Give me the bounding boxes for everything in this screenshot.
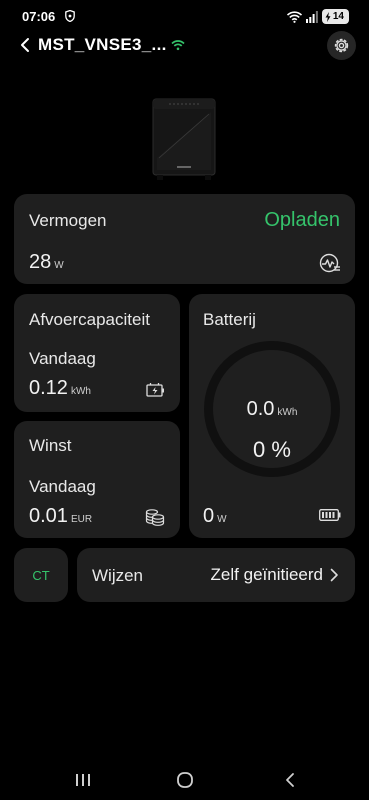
- discharge-title: Afvoercapaciteit: [29, 310, 150, 329]
- system-nav-bar: [0, 760, 369, 800]
- discharge-battery-icon: [146, 383, 164, 397]
- battery-card[interactable]: Batterij 0.0 kWh 0 % 0W: [189, 294, 355, 538]
- profit-period: Vandaag: [29, 477, 96, 496]
- ct-label: CT: [32, 568, 50, 583]
- battery-level-icon: [319, 509, 341, 521]
- mode-value: Zelf geïnitieerd: [210, 565, 323, 584]
- discharge-value: 0.12: [29, 377, 68, 399]
- coins-icon: [145, 509, 165, 526]
- status-time: 07:06: [22, 9, 56, 24]
- power-state: Opladen: [264, 209, 340, 231]
- battery-power-value: 0: [203, 505, 215, 527]
- battery-power-line: 0W: [203, 505, 227, 528]
- profit-value: 0.01: [29, 505, 68, 527]
- power-card[interactable]: Vermogen Opladen 28 W: [14, 194, 355, 284]
- power-chart-icon[interactable]: [319, 252, 341, 274]
- chevron-right-icon: [330, 568, 338, 582]
- home-button[interactable]: [173, 768, 197, 792]
- battery-power-unit: W: [217, 514, 227, 525]
- profit-value-line: 0.01 EUR: [29, 505, 92, 528]
- settings-button[interactable]: [327, 31, 356, 60]
- shield-icon: [65, 10, 75, 22]
- back-arrow-icon[interactable]: [16, 35, 36, 55]
- battery-level-text: 14: [332, 11, 344, 22]
- power-value: 28: [29, 251, 52, 273]
- mode-selector[interactable]: Wijzen Zelf geïnitieerd: [77, 548, 355, 602]
- profit-unit: EUR: [70, 514, 93, 525]
- discharge-card[interactable]: Afvoercapaciteit Vandaag 0.12 kWh: [14, 294, 180, 412]
- battery-percent: 0 %: [253, 437, 291, 462]
- back-button[interactable]: [278, 768, 302, 792]
- status-icons: 14: [286, 9, 349, 24]
- app-header: MST_VNSE3_...: [0, 30, 369, 62]
- discharge-value-line: 0.12 kWh: [29, 377, 91, 400]
- battery-icon: 14: [321, 9, 349, 24]
- discharge-period: Vandaag: [29, 349, 96, 368]
- back-icon: [286, 773, 294, 787]
- battery-energy-line: 0.0 kWh: [189, 398, 355, 421]
- battery-title: Batterij: [203, 310, 256, 329]
- signal-icon: [305, 10, 318, 23]
- profit-card[interactable]: Winst Vandaag 0.01 EUR: [14, 421, 180, 538]
- battery-energy-value: 0.0: [246, 398, 275, 420]
- profit-title: Winst: [29, 436, 72, 455]
- home-icon: [177, 772, 193, 788]
- recents-icon: [76, 774, 90, 786]
- recents-button[interactable]: [71, 768, 95, 792]
- page-title: MST_VNSE3_...: [38, 35, 167, 54]
- discharge-unit: kWh: [70, 386, 91, 397]
- battery-energy-unit: kWh: [277, 407, 298, 418]
- connection-wifi-icon: [171, 40, 185, 51]
- power-label: Vermogen: [29, 211, 107, 230]
- device-image: [152, 98, 216, 180]
- power-value-line: 28 W: [29, 251, 64, 274]
- status-bar: 07:06 14: [0, 0, 369, 34]
- mode-label: Wijzen: [92, 566, 144, 585]
- wifi-icon: [286, 10, 302, 23]
- power-unit: W: [54, 260, 64, 271]
- settings-gear-icon: [334, 38, 349, 53]
- ct-button[interactable]: CT: [14, 548, 68, 602]
